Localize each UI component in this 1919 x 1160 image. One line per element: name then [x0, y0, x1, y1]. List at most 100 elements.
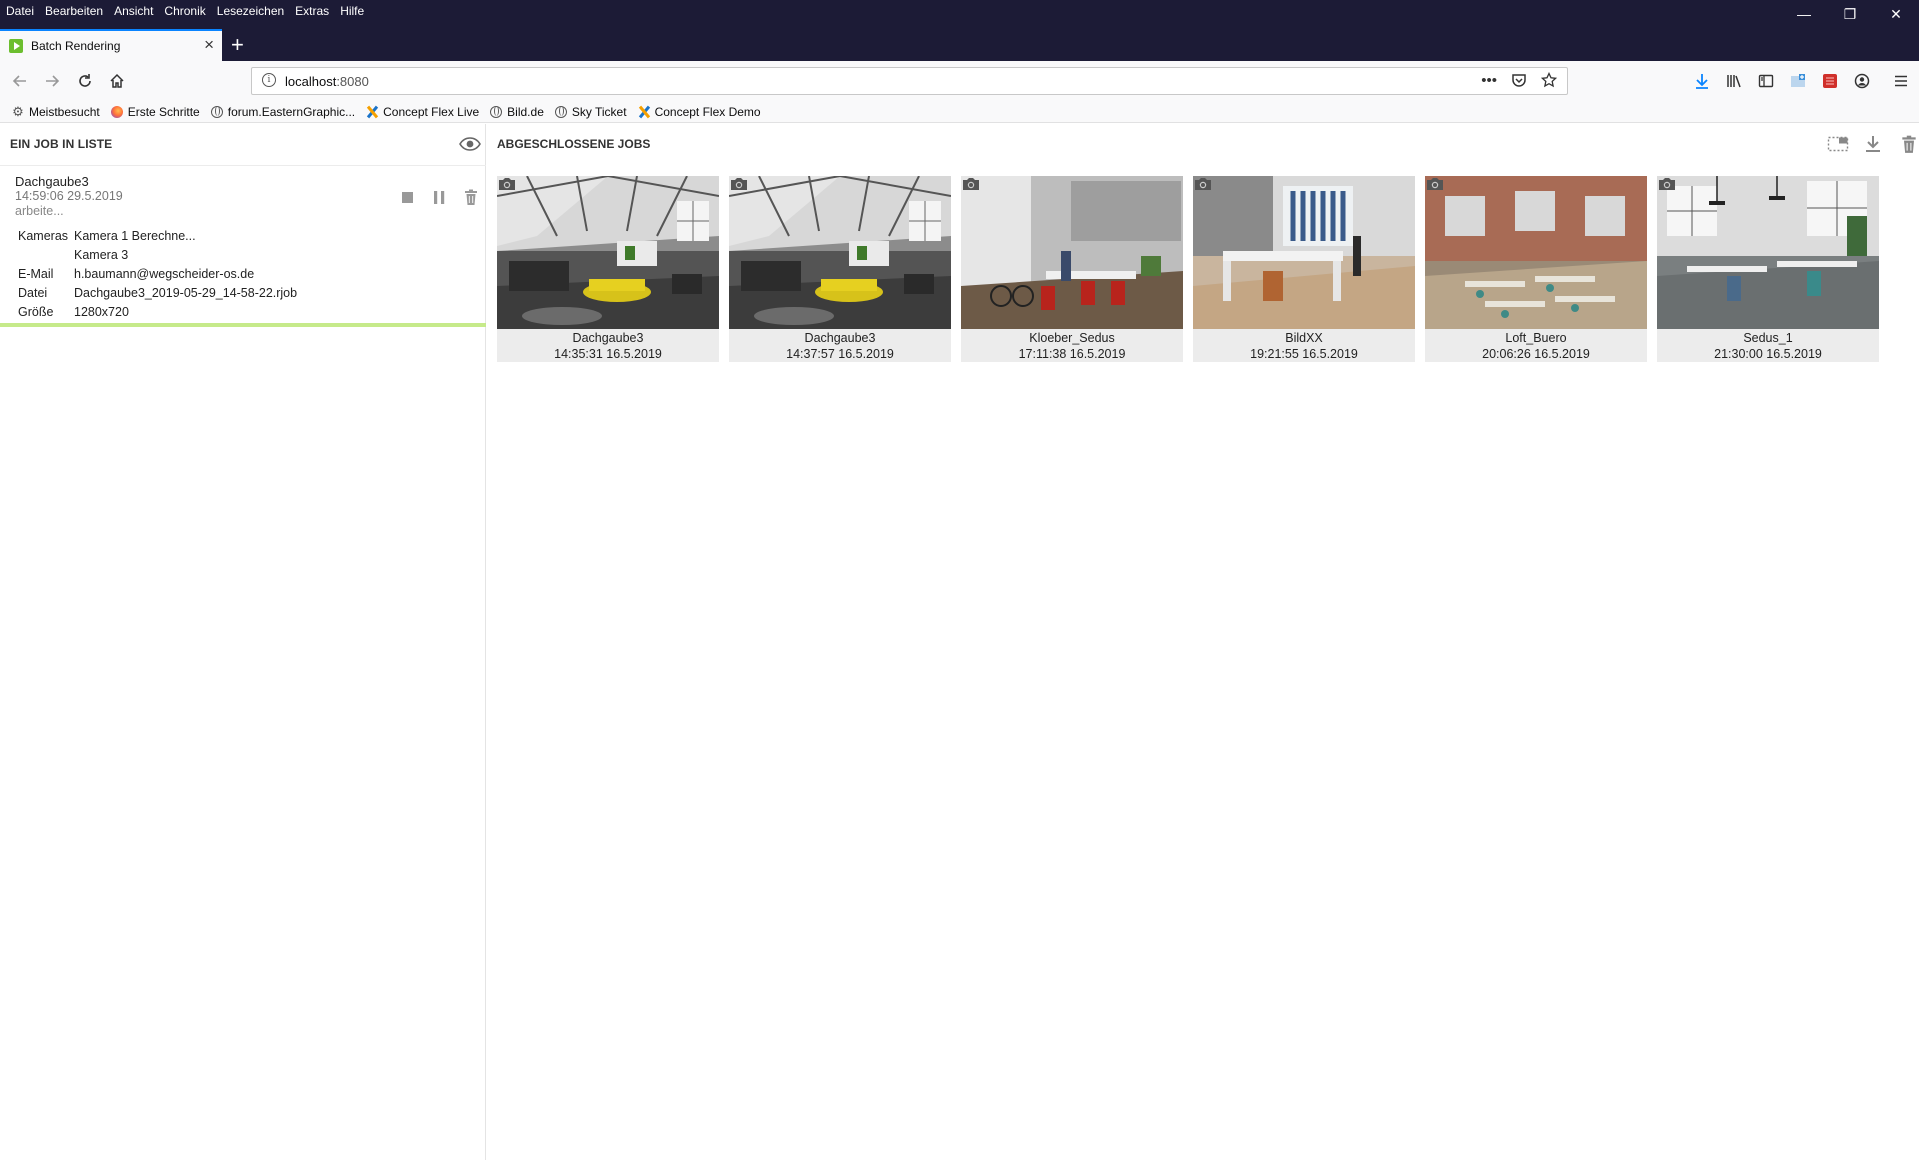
completed-job-name: BildXX — [1285, 331, 1323, 345]
bookmarks-toolbar: ⚙ Meistbesucht Erste Schritte forum.Easte… — [0, 101, 1919, 123]
render-thumbnail[interactable] — [1425, 176, 1647, 329]
bookmark-forum-easterngraphics[interactable]: forum.EasternGraphic... — [210, 104, 356, 119]
firefox-icon — [110, 105, 123, 118]
url-host: localhost — [285, 74, 337, 89]
job-queue-heading: EIN JOB IN LISTE — [10, 137, 113, 151]
menu-lesezeichen[interactable]: Lesezeichen — [217, 4, 284, 18]
batch-rendering-app: EIN JOB IN LISTE Dachgaube3 14:59:06 29.… — [0, 124, 1919, 1160]
render-thumbnail[interactable] — [1657, 176, 1879, 329]
render-thumbnail[interactable] — [1193, 176, 1415, 329]
address-bar[interactable]: i localhost:8080 ••• — [251, 67, 1568, 95]
completed-job-card[interactable]: Loft_Buero 20:06:26 16.5.2019 — [1425, 176, 1647, 362]
bookmark-concept-flex-demo[interactable]: Concept Flex Demo — [638, 105, 761, 119]
menu-ansicht[interactable]: Ansicht — [114, 4, 153, 18]
bookmark-label: Concept Flex Live — [383, 104, 480, 119]
address-text[interactable]: localhost:8080 — [285, 74, 369, 89]
detail-label: Größe — [18, 304, 54, 319]
forward-button[interactable] — [40, 69, 64, 93]
library-button[interactable] — [1724, 71, 1744, 91]
main-menu-button[interactable] — [1891, 71, 1911, 91]
close-tab-icon[interactable]: × — [204, 35, 214, 55]
menu-extras[interactable]: Extras — [295, 4, 329, 18]
menu-bearbeiten[interactable]: Bearbeiten — [45, 4, 103, 18]
detail-row-kameras: Kameras Kamera 1 Berechne... — [18, 226, 297, 245]
delete-job-button[interactable] — [462, 188, 480, 206]
completed-job-name: Dachgaube3 — [572, 331, 644, 345]
eye-icon[interactable] — [459, 136, 481, 152]
bookmark-sky-ticket[interactable]: Sky Ticket — [554, 105, 627, 119]
delete-all-button[interactable] — [1899, 134, 1919, 154]
bookmark-concept-flex-live[interactable]: Concept Flex Live — [366, 105, 479, 119]
completed-job-time: 14:35:31 16.5.2019 — [554, 347, 662, 361]
render-preview-bildxx — [1193, 176, 1415, 329]
select-all-button[interactable] — [1827, 134, 1849, 154]
completed-job-time: 21:30:00 16.5.2019 — [1714, 347, 1822, 361]
pause-button[interactable] — [430, 188, 448, 206]
bookmark-star-icon[interactable] — [1541, 72, 1557, 88]
downloads-button[interactable] — [1692, 71, 1712, 91]
render-thumbnail[interactable] — [729, 176, 951, 329]
menu-datei[interactable]: Datei — [6, 4, 34, 18]
job-caption: BildXX 19:21:55 16.5.2019 — [1193, 329, 1415, 362]
stop-button[interactable] — [398, 188, 416, 206]
completed-jobs-panel: ABGESCHLOSSENE JOBS Dachgaube3 14:35:31 … — [486, 124, 1919, 1160]
menu-hilfe[interactable]: Hilfe — [340, 4, 364, 18]
bookmark-label: Meistbesucht — [29, 104, 100, 119]
back-arrow-icon — [12, 75, 26, 87]
completed-job-card[interactable]: BildXX 19:21:55 16.5.2019 — [1193, 176, 1415, 362]
title-bar: Datei Bearbeiten Ansicht Chronik Lesezei… — [0, 0, 1919, 22]
detail-row-email: E-Mail h.baumann@wegscheider-os.de — [18, 264, 297, 283]
detail-label: E-Mail — [18, 266, 54, 281]
completed-job-time: 14:37:57 16.5.2019 — [786, 347, 894, 361]
detail-label: Datei — [18, 285, 48, 300]
batch-rendering-favicon-icon — [9, 39, 23, 53]
extension-red-button[interactable] — [1820, 71, 1840, 91]
completed-job-card[interactable]: Sedus_1 21:30:00 16.5.2019 — [1657, 176, 1879, 362]
url-port: :8080 — [336, 74, 369, 89]
completed-job-name: Kloeber_Sedus — [1029, 331, 1115, 345]
menu-chronik[interactable]: Chronik — [164, 4, 205, 18]
bookmark-bild-de[interactable]: Bild.de — [490, 105, 544, 119]
new-tab-button[interactable]: + — [231, 34, 244, 56]
tab-batch-rendering[interactable]: Batch Rendering × — [0, 29, 222, 61]
completed-job-card[interactable]: Dachgaube3 14:37:57 16.5.2019 — [729, 176, 951, 362]
account-button[interactable] — [1852, 71, 1872, 91]
pause-icon — [434, 191, 445, 204]
concept-flex-icon — [638, 106, 650, 118]
completed-job-card[interactable]: Kloeber_Sedus 17:11:38 16.5.2019 — [961, 176, 1183, 362]
detail-value: 1280x720 — [74, 304, 129, 319]
tab-strip: Batch Rendering × + — [0, 21, 1919, 61]
sidebar-button[interactable] — [1756, 71, 1776, 91]
detail-value: Kamera 3 — [74, 247, 129, 262]
detail-value: Dachgaube3_2019-05-29_14-58-22.rjob — [74, 285, 298, 300]
download-all-button[interactable] — [1863, 134, 1883, 154]
bookmark-erste-schritte[interactable]: Erste Schritte — [110, 105, 200, 119]
render-thumbnail[interactable] — [497, 176, 719, 329]
bookmark-label: Bild.de — [507, 104, 544, 119]
bookmark-label: forum.EasternGraphic... — [227, 104, 356, 119]
sidebar-icon — [1758, 74, 1774, 88]
gear-icon: ⚙ — [12, 103, 24, 119]
completed-job-name: Dachgaube3 — [804, 331, 876, 345]
back-button[interactable] — [8, 69, 32, 93]
render-preview-kloeber-sedus — [961, 176, 1183, 329]
camera-icon — [499, 178, 515, 190]
screenshot-extension-icon — [1791, 74, 1805, 87]
menu-bar: Datei Bearbeiten Ansicht Chronik Lesezei… — [6, 0, 375, 21]
page-actions-icon[interactable]: ••• — [1481, 72, 1497, 89]
trash-icon — [1902, 135, 1916, 153]
completed-job-name: Loft_Buero — [1505, 331, 1567, 345]
site-info-icon[interactable]: i — [262, 73, 276, 87]
pocket-icon[interactable] — [1511, 72, 1527, 88]
reload-button[interactable] — [73, 69, 97, 93]
globe-icon — [210, 105, 223, 118]
job-progress-bar — [0, 323, 486, 327]
home-button[interactable] — [105, 69, 129, 93]
completed-job-card[interactable]: Dachgaube3 14:35:31 16.5.2019 — [497, 176, 719, 362]
extension-screenshot-button[interactable] — [1788, 71, 1808, 91]
concept-flex-icon — [366, 106, 378, 118]
render-thumbnail[interactable] — [961, 176, 1183, 329]
forward-arrow-icon — [46, 75, 60, 87]
bookmark-meistbesucht[interactable]: ⚙ Meistbesucht — [12, 105, 100, 119]
detail-value: h.baumann@wegscheider-os.de — [74, 266, 255, 281]
